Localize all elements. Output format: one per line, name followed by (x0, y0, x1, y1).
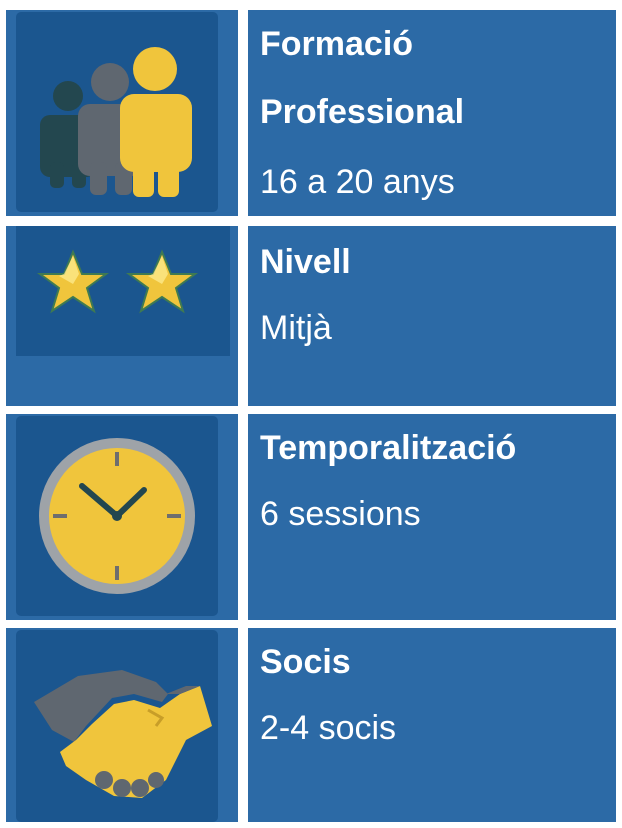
card-value: 6 sessions (260, 495, 421, 533)
clock-icon (39, 438, 195, 594)
icon-tile (16, 226, 230, 356)
people-group-icon (40, 47, 192, 197)
card-partners: Socis 2-4 socis (6, 628, 616, 822)
card-title: Nivell (260, 243, 351, 281)
card-title: Formació (260, 25, 414, 63)
card-title-line2: Professional (260, 93, 465, 131)
card-education-level: Formació Professional 16 a 20 anys (6, 10, 616, 216)
card-value: 2-4 socis (260, 709, 397, 747)
card-icon-cell (6, 628, 238, 822)
card-text-cell: Formació Professional 16 a 20 anys (248, 10, 616, 216)
card-duration: Temporalització 6 sessions (6, 414, 616, 620)
card-text-cell: Temporalització 6 sessions (248, 414, 616, 620)
card-title: Socis (260, 643, 351, 681)
icon-tile (16, 416, 218, 616)
two-stars-icon (36, 249, 199, 314)
card-value: Mitjà (260, 309, 332, 347)
card-icon-cell (6, 10, 238, 216)
icon-tile (16, 630, 218, 822)
card-text-cell: Nivell Mitjà (248, 226, 616, 406)
card-text-cell: Socis 2-4 socis (248, 628, 616, 822)
card-title: Temporalització (260, 429, 517, 467)
icon-tile (16, 12, 218, 212)
card-value: 16 a 20 anys (260, 163, 455, 201)
card-level: Nivell Mitjà (6, 226, 616, 406)
card-icon-cell (6, 226, 238, 406)
handshake-icon (34, 670, 212, 798)
card-icon-cell (6, 414, 238, 620)
